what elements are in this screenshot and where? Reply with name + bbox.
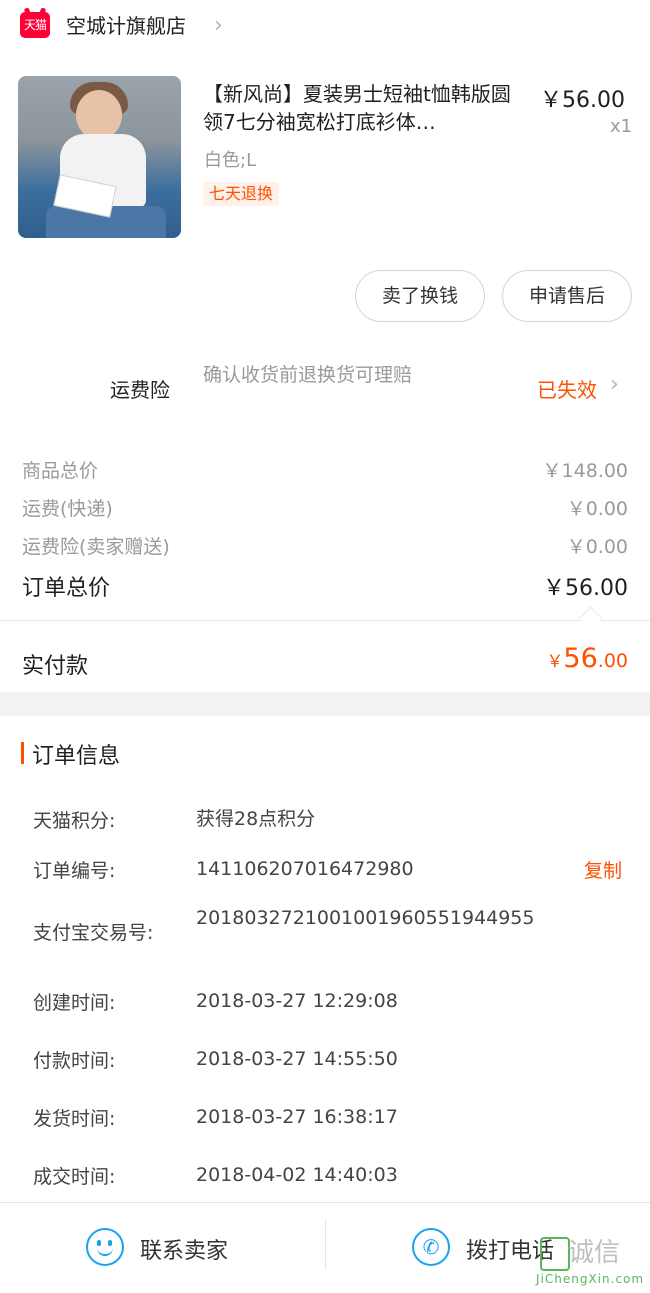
shipping-insurance-description: 确认收货前退换货可理赔 [203, 364, 413, 386]
shipping-fee-label: 运费(快递) [22, 498, 113, 520]
info-value-completed: 2018-04-02 14:40:03 [196, 1164, 398, 1186]
shipping-insurance-fee-label: 运费险(卖家赠送) [22, 536, 170, 558]
paid-integer: 56 [563, 643, 598, 674]
product-price: ￥56.00 [540, 88, 625, 113]
shipping-insurance-status[interactable]: 已失效 [537, 374, 597, 403]
order-total-value: ￥56.00 [543, 576, 628, 601]
copy-order-number-button[interactable]: 复制 [584, 856, 622, 883]
shipping-fee-value: ￥0.00 [566, 498, 628, 520]
divider-notch [578, 606, 603, 631]
actual-paid-label: 实付款 [22, 654, 89, 679]
order-total-label: 订单总价 [22, 576, 111, 601]
shipping-insurance-label: 运费险 [110, 378, 170, 402]
info-value-shipped: 2018-03-27 16:38:17 [196, 1106, 398, 1128]
paid-currency: ￥ [546, 652, 564, 672]
store-name[interactable]: 空城计旗舰店 [66, 12, 186, 40]
watermark-url: JiChengXin.com [536, 1272, 645, 1286]
section-separator [0, 692, 650, 716]
product-sku: 白色;L [204, 150, 257, 171]
sell-button[interactable]: 卖了换钱 [355, 270, 485, 322]
watermark-logo-icon [540, 1237, 570, 1271]
info-label-points: 天猫积分: [33, 810, 116, 832]
tmall-logo: 天猫 [20, 12, 50, 38]
info-label-alipay-number: 支付宝交易号: [33, 922, 154, 944]
info-value-order-number: 141106207016472980 [196, 858, 414, 880]
info-value-points: 获得28点积分 [196, 808, 316, 830]
chevron-right-icon[interactable]: › [610, 372, 619, 397]
divider [0, 620, 650, 621]
chat-smile-icon[interactable] [86, 1228, 124, 1266]
phone-icon[interactable]: ✆ [412, 1228, 450, 1266]
info-value-alipay-number: 2018032721001001960551944955 [196, 907, 535, 929]
info-label-order-number: 订单编号: [33, 860, 116, 882]
section-accent-bar [21, 742, 24, 764]
shipping-insurance-fee-value: ￥0.00 [566, 536, 628, 558]
goods-total-label: 商品总价 [22, 460, 99, 482]
goods-total-value: ￥148.00 [542, 460, 628, 482]
info-value-paid: 2018-03-27 14:55:50 [196, 1048, 398, 1070]
product-title[interactable]: 【新风尚】夏装男士短袖t恤韩版圆领7七分袖宽松打底衫体… [203, 80, 525, 136]
actual-paid-value: ￥56.00 [546, 643, 628, 674]
info-label-completed: 成交时间: [33, 1166, 116, 1188]
seven-day-return-badge: 七天退换 [203, 182, 280, 206]
product-image[interactable] [18, 76, 181, 238]
after-sale-button[interactable]: 申请售后 [502, 270, 632, 322]
info-label-created: 创建时间: [33, 992, 116, 1014]
product-quantity: x1 [610, 116, 633, 137]
info-label-shipped: 发货时间: [33, 1108, 116, 1130]
contact-seller-button[interactable]: 联系卖家 [140, 1233, 228, 1265]
info-label-paid: 付款时间: [33, 1050, 116, 1072]
chevron-right-icon[interactable]: › [214, 12, 223, 40]
watermark-text: 诚信 [568, 1238, 621, 1268]
order-info-title: 订单信息 [32, 744, 121, 769]
paid-decimal: .00 [597, 650, 628, 672]
info-value-created: 2018-03-27 12:29:08 [196, 990, 398, 1012]
bottom-divider [325, 1220, 326, 1270]
